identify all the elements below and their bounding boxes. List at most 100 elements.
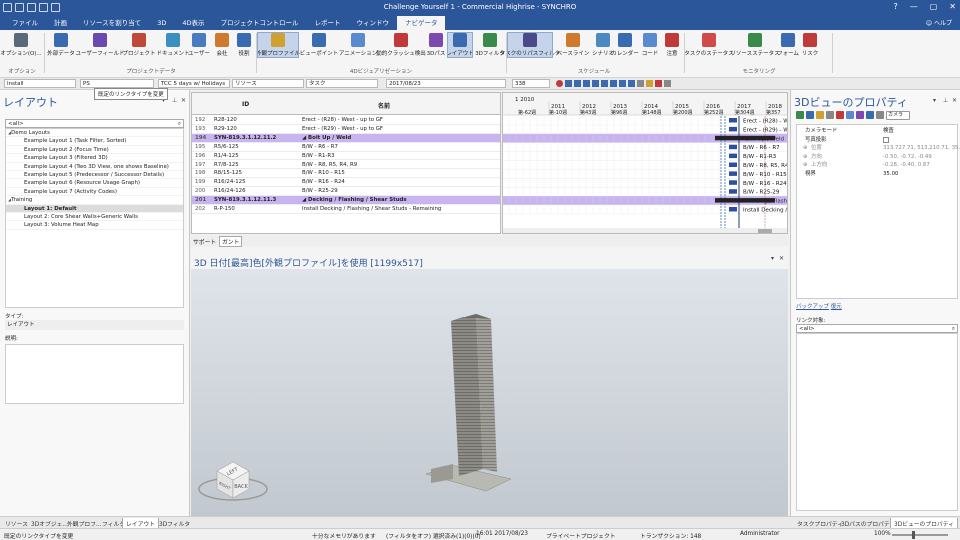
panel-menu-icon[interactable]: ▾ (933, 97, 936, 104)
ps-combo[interactable]: PS (80, 79, 154, 88)
tab-4d-view[interactable]: 4D表示 (174, 16, 212, 30)
property-value[interactable]: 検査 (883, 127, 894, 136)
table-row[interactable]: 193 R29-120 Erect - (R29) - West - up to G… (192, 125, 500, 134)
expand-icon[interactable]: ⊕ (803, 153, 808, 162)
zoom-combo[interactable]: 338 (512, 79, 550, 88)
prev-frame-icon[interactable] (574, 80, 581, 87)
hud-icon[interactable] (866, 111, 874, 119)
highlight-icon[interactable] (646, 80, 653, 87)
zoom-slider-thumb[interactable] (912, 531, 915, 539)
layers-icon[interactable] (796, 111, 804, 119)
gantt-task-bar[interactable] (729, 153, 737, 159)
gantt-task-bar[interactable] (729, 189, 737, 194)
loop-icon[interactable] (628, 80, 635, 87)
tab-gantt[interactable]: ガント (219, 236, 243, 247)
gantt-task-bar[interactable] (729, 144, 737, 150)
ribbon-button-13[interactable]: レイアウト (446, 32, 474, 58)
tree-item[interactable]: Example Layout 2 (Focus Time) (6, 146, 183, 155)
3d-close-icon[interactable]: ✕ (779, 255, 784, 262)
date-combo[interactable]: 2017/08/23 (386, 79, 506, 88)
record-icon[interactable] (556, 80, 563, 87)
ribbon-button-16[interactable]: ベースライン (554, 33, 592, 57)
tree-item[interactable]: Example Layout 1 (Task Filter, Sorted) (6, 137, 183, 146)
ribbon-button-8[interactable]: 外観プロファイル (256, 32, 300, 58)
backup-link[interactable]: バックアップ (796, 304, 829, 310)
ribbon-button-19[interactable]: コード (640, 33, 660, 57)
ribbon-button-18[interactable]: カレンダー (611, 33, 639, 57)
property-row[interactable]: 視界 35.00 (797, 170, 959, 179)
expand-icon[interactable]: ⊕ (803, 161, 808, 170)
table-row[interactable]: 202 R-P-150 Install Decking / Flashing / S… (192, 205, 500, 214)
play-icon[interactable] (601, 80, 608, 87)
layout-search-input[interactable]: <all> ⌕ (5, 119, 184, 128)
next-frame-icon[interactable] (610, 80, 617, 87)
col-header-name[interactable]: 名前 (378, 101, 390, 110)
property-row[interactable]: ⊕ 位置 313.727.71, 513,210.71, 35... (797, 144, 960, 153)
stop-icon[interactable] (592, 80, 599, 87)
tab-support[interactable]: サポート (193, 237, 216, 246)
calendar-combo[interactable]: TCC 5 days w/ Holidays (158, 79, 230, 88)
ribbon-button-23[interactable]: フォーム (777, 33, 799, 57)
maximize-button[interactable]: ▢ (930, 2, 938, 11)
tab-3d[interactable]: 3D (149, 16, 174, 30)
table-row[interactable]: 192 R28-120 Erect - (R28) - West - up to G… (192, 116, 500, 125)
options-icon[interactable] (664, 80, 671, 87)
3d-scene[interactable]: LEFT BACK RIGHT (191, 269, 788, 516)
tree-group[interactable]: Training (6, 196, 183, 205)
tree-item[interactable]: Layout 2: Core Shear Walls+Generic Walls (6, 213, 183, 222)
expand-icon[interactable]: ⊕ (803, 144, 808, 153)
last-frame-icon[interactable] (619, 80, 626, 87)
table-row[interactable]: 194 SYN-819.3.1.12.11.2 ◢ Bolt Up / Weld (192, 133, 500, 143)
tree-group[interactable]: Demo Layouts (6, 129, 183, 138)
ribbon-button-4[interactable]: ドキュメント (157, 33, 190, 57)
filter-icon[interactable] (655, 80, 662, 87)
property-checkbox[interactable] (883, 136, 889, 143)
section-icon[interactable] (846, 111, 854, 119)
ribbon-button-0[interactable]: オプション(O)... (0, 33, 42, 57)
sun-icon[interactable] (816, 111, 824, 119)
table-row[interactable]: 198 R8/15-125 B/W - R10 - R15 (192, 169, 500, 179)
ribbon-button-24[interactable]: リスク (800, 33, 820, 57)
ribbon-button-7[interactable]: 役割 (234, 33, 254, 57)
install-combo[interactable]: Install (4, 79, 76, 88)
tree-item[interactable]: Example Layout 6 (Resource Usage Graph) (6, 179, 183, 188)
settings-icon[interactable] (876, 111, 884, 119)
tree-item[interactable]: Layout 1: Default (6, 204, 183, 213)
tab-report[interactable]: レポート (306, 16, 348, 30)
tab-project-control[interactable]: プロジェクトコントロール (212, 16, 306, 30)
close-panel-icon[interactable]: ✕ (181, 97, 186, 104)
restore-link[interactable]: 復元 (831, 304, 842, 310)
ribbon-button-12[interactable]: 3Dパス (426, 33, 446, 57)
tree-item[interactable]: Example Layout 7 (Activity Codes) (6, 188, 183, 197)
ribbon-button-10[interactable]: アニメーション (339, 33, 377, 57)
property-value[interactable]: 313.727.71, 513,210.71, 35... (883, 144, 960, 153)
gantt-task-bar[interactable] (729, 118, 737, 123)
minimize-button[interactable]: — (910, 2, 918, 11)
3d-menu-icon[interactable]: ▾ (771, 255, 774, 262)
table-row[interactable]: 195 R5/6-125 B/W - R6 - R7 (192, 143, 500, 152)
ribbon-button-2[interactable]: ユーザーフィールド (76, 33, 124, 57)
property-row[interactable]: ⊕ 上方向 -0.28, -0.40, 0.87 (797, 161, 959, 170)
tab-assign-resources[interactable]: リソースを割り当て (75, 16, 149, 30)
pin-icon[interactable]: ⊥ (172, 97, 177, 104)
task-combo[interactable]: タスク (306, 79, 378, 88)
tree-item[interactable]: Example Layout 5 (Predecessor / Successo… (6, 171, 183, 180)
ribbon-button-3[interactable]: プロジェクト (122, 33, 156, 57)
gantt-task-bar[interactable] (729, 171, 737, 176)
resource-combo[interactable]: リソース (232, 79, 304, 88)
render-icon[interactable] (836, 111, 844, 119)
tab-plan[interactable]: 計画 (46, 16, 75, 30)
tree-item[interactable]: Example Layout 3 (Filtered 3D) (6, 154, 183, 163)
gantt-task-bar[interactable] (729, 180, 737, 185)
tab-window[interactable]: ウィンドウ (348, 16, 397, 30)
settings-icon[interactable] (637, 80, 644, 87)
gantt-scrollbar-thumb[interactable] (758, 229, 772, 234)
ribbon-button-22[interactable]: リソースステータス (730, 33, 780, 57)
close-panel-icon[interactable]: ✕ (952, 97, 957, 104)
effects-icon[interactable] (856, 111, 864, 119)
property-row[interactable]: ⊕ 方向 -0.50, -0.72, -0.49 (797, 153, 959, 162)
ribbon-button-11[interactable]: 動的クラッシュ検出 (376, 33, 426, 57)
tab-file[interactable]: ファイル (4, 16, 46, 30)
property-value[interactable]: 35.00 (883, 170, 898, 179)
link-target-list[interactable] (796, 333, 958, 511)
